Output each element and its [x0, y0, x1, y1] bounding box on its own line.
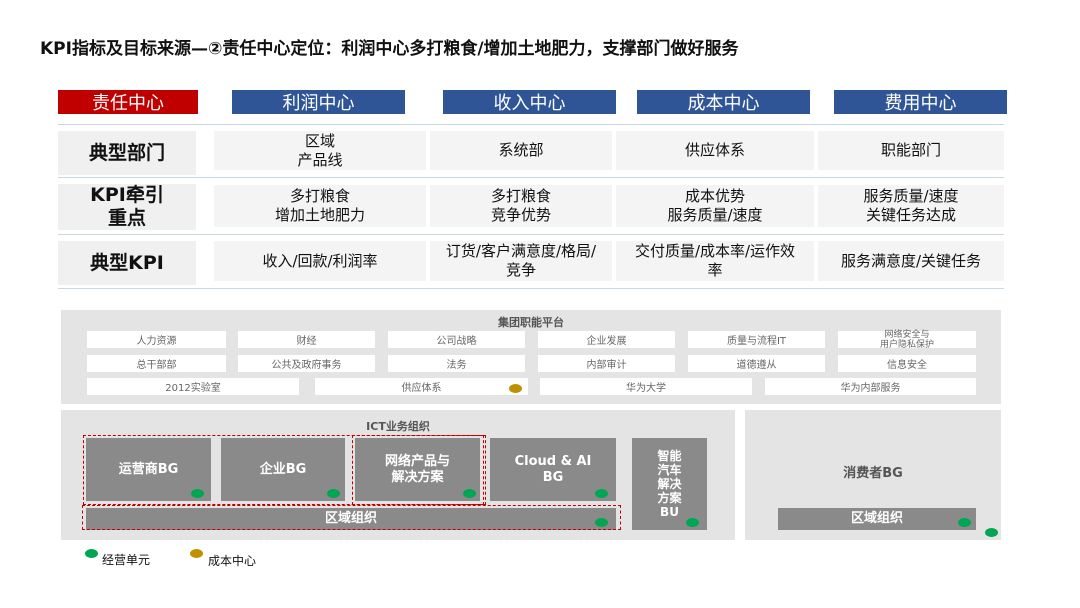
cell-typical-dept-revenue: 系统部 [430, 131, 612, 170]
cell-typical-dept-profit: 区域 产品线 [214, 131, 426, 170]
slide-title: KPI指标及目标来源—②责任中心定位：利润中心多打粮食/增加土地肥力，支撑部门做… [40, 39, 739, 59]
platform-box: 法务 [388, 355, 525, 372]
cell-kpi-focus-revenue: 多打粮食 竞争优势 [430, 185, 612, 227]
platform-box: 供应体系 [315, 378, 528, 395]
cell-kpi-focus-profit: 多打粮食 增加土地肥力 [214, 185, 426, 227]
row-divider [58, 288, 1004, 289]
legend-business-unit-label: 经营单元 [102, 553, 151, 567]
column-header-revenue: 收入中心 [443, 90, 616, 114]
business-unit-marker [463, 489, 476, 498]
business-unit-marker [958, 518, 971, 527]
cell-typical-dept-cost: 供应体系 [616, 131, 814, 170]
legend-business-unit-icon [85, 549, 98, 558]
row-divider [58, 124, 1004, 125]
business-unit-marker [686, 518, 699, 527]
corner-label: 责任中心 [58, 90, 198, 114]
cell-kpi-focus-expense: 服务质量/速度 关键任务达成 [818, 185, 1004, 227]
platform-box: 总干部部 [87, 355, 226, 372]
platform-box: 公共及政府事务 [238, 355, 375, 372]
platform-box: 内部审计 [538, 355, 675, 372]
platform-box: 道德遵从 [688, 355, 825, 372]
consumer-region-box: 区域组织 [778, 508, 976, 530]
business-unit-box: 智能 汽车 解决 方案 BU [632, 438, 707, 530]
legend-cost-center-label: 成本中心 [208, 554, 257, 568]
cell-typical-dept-expense: 职能部门 [818, 131, 1004, 170]
platform-box: 财经 [238, 331, 375, 348]
profit-center-outline [82, 505, 621, 530]
row-label-kpi-focus: KPI牵引 重点 [58, 184, 196, 230]
consumer-bg-label: 消费者BG [843, 466, 903, 481]
cell-typical-kpi-cost: 交付质量/成本率/运作效 率 [616, 241, 814, 281]
column-header-profit: 利润中心 [232, 90, 405, 114]
cell-typical-kpi-revenue: 订货/客户满意度/格局/ 竞争 [430, 241, 612, 281]
cost-center-marker [509, 384, 522, 393]
legend-cost-center-icon [190, 549, 203, 558]
row-label-typical-kpi: 典型KPI [58, 241, 196, 285]
platform-box: 信息安全 [838, 355, 976, 372]
cell-typical-kpi-expense: 服务满意度/关键任务 [818, 241, 1004, 281]
platform-box: 2012实验室 [87, 378, 299, 395]
platform-box: 人力资源 [87, 331, 226, 348]
platform-box: 网络安全与 用户隐私保护 [838, 330, 976, 350]
business-unit-marker [595, 489, 608, 498]
cell-kpi-focus-cost: 成本优势 服务质量/速度 [616, 185, 814, 227]
column-header-cost: 成本中心 [637, 90, 810, 114]
row-divider [58, 234, 1004, 235]
platform-box: 企业发展 [538, 331, 675, 348]
cell-typical-kpi-profit: 收入/回款/利润率 [214, 241, 426, 281]
row-label-typical-dept: 典型部门 [58, 131, 196, 175]
row-divider [58, 177, 1004, 178]
business-unit-marker [327, 489, 340, 498]
business-unit-marker [191, 489, 204, 498]
ict-org-title: ICT业务组织 [366, 420, 430, 433]
platform-box: 质量与流程IT [688, 331, 825, 348]
platform-box: 华为内部服务 [765, 378, 976, 395]
business-unit-marker [985, 528, 998, 537]
platform-box: 公司战略 [388, 331, 525, 348]
group-platform-title: 集团职能平台 [498, 316, 564, 329]
business-unit-marker [595, 518, 608, 527]
platform-box: 华为大学 [540, 378, 752, 395]
column-header-expense: 费用中心 [834, 90, 1007, 114]
